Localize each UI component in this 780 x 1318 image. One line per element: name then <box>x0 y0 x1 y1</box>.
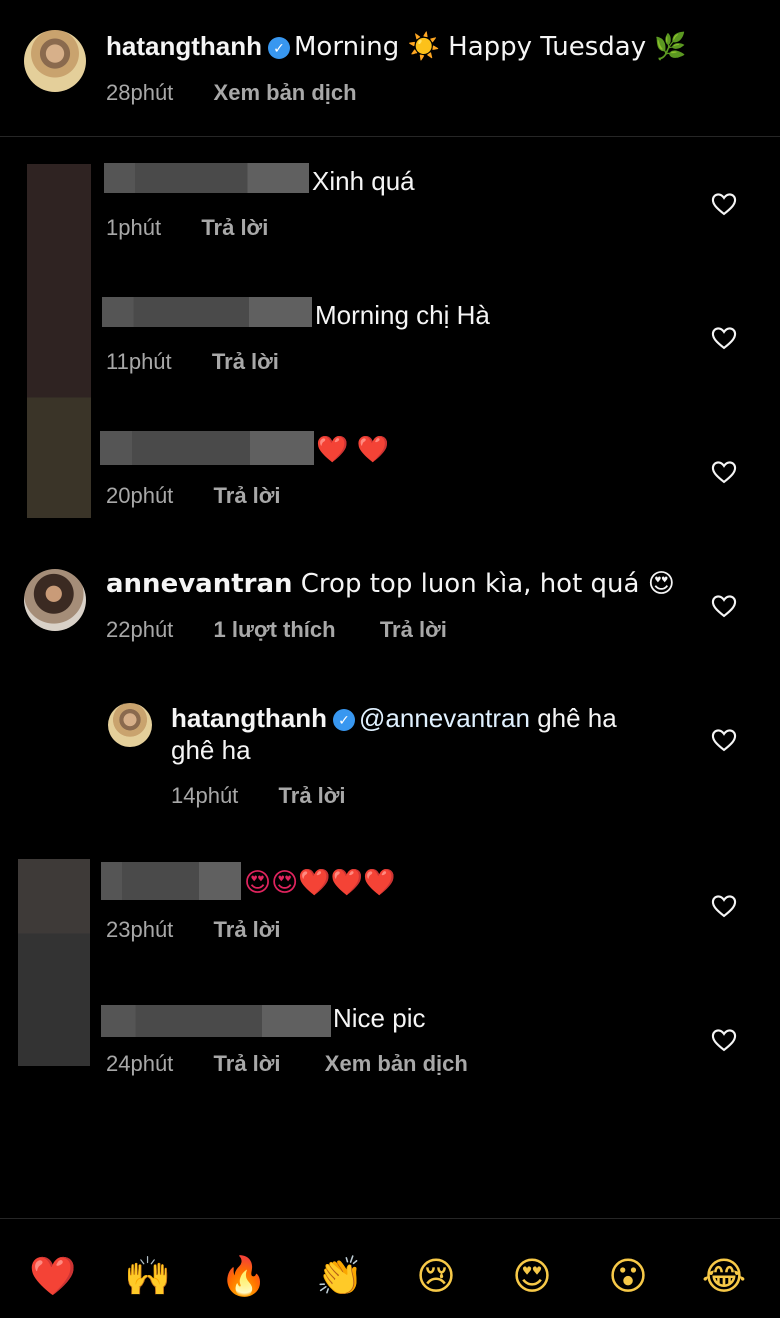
reply-username[interactable]: hatangthanh <box>171 703 327 733</box>
heart-outline-icon[interactable] <box>710 726 738 754</box>
reply-button[interactable]: Trả lời <box>201 215 268 240</box>
reaction-clapping[interactable]: 👏 <box>314 1250 366 1302</box>
reply-time: 14phút <box>171 783 239 808</box>
heart-outline-icon[interactable] <box>710 458 738 486</box>
redacted-username <box>102 297 312 327</box>
comment-meta: 20phút Trả lời <box>106 482 281 510</box>
comment-time: 11phút <box>106 349 172 374</box>
reaction-heart-eyes[interactable]: 😍 <box>506 1250 558 1302</box>
redacted-username <box>100 431 314 465</box>
comment-time: 24phút <box>106 1051 174 1076</box>
reaction-heart[interactable]: ❤️ <box>27 1250 79 1302</box>
caption-divider <box>0 136 780 137</box>
heart-outline-icon[interactable] <box>710 1026 738 1054</box>
caption-time: 28phút <box>106 80 174 105</box>
reply-button[interactable]: Trả lời <box>380 617 447 642</box>
redacted-avatars <box>18 859 90 1066</box>
caption-avatar[interactable] <box>24 30 86 92</box>
comment-time: 23phút <box>106 917 174 942</box>
verified-badge-icon: ✓ <box>333 709 355 731</box>
reaction-crying[interactable]: 😢 <box>410 1250 462 1302</box>
verified-badge-icon: ✓ <box>268 37 290 59</box>
comment-text: Xinh quá <box>312 166 415 196</box>
reaction-raising-hands[interactable]: 🙌 <box>122 1250 174 1302</box>
caption-line: hatangthanh ✓ Morning ☀️ Happy Tuesday 🌿 <box>106 30 687 63</box>
caption-translate-link[interactable]: Xem bản dịch <box>214 80 357 105</box>
reaction-laughing[interactable]: 😂 <box>698 1250 750 1302</box>
comment-meta: 23phút Trả lời <box>106 916 281 944</box>
redacted-avatars <box>27 164 91 518</box>
comment-time: 1phút <box>106 215 162 240</box>
likes-count-link[interactable]: 1 lượt thích <box>214 617 336 642</box>
heart-outline-icon[interactable] <box>710 324 738 352</box>
heart-outline-icon[interactable] <box>710 190 738 218</box>
redacted-username <box>104 163 309 193</box>
reaction-bar-divider <box>0 1218 780 1219</box>
reply-text-1: ghê ha <box>529 703 617 733</box>
comment-line: annevantran Crop top luon kìa, hot quá 😍 <box>106 568 675 600</box>
comment-text: Crop top luon kìa, hot quá 😍 <box>300 569 675 599</box>
heart-outline-icon[interactable] <box>710 592 738 620</box>
comment-time: 22phút <box>106 617 174 642</box>
caption-text: Morning ☀️ Happy Tuesday 🌿 <box>294 32 687 62</box>
reply-line-1: hatangthanh ✓ @annevantran ghê ha <box>171 702 617 734</box>
reaction-fire[interactable]: 🔥 <box>218 1250 270 1302</box>
comment-avatar[interactable] <box>24 569 86 631</box>
comment-meta: 1phút Trả lời <box>106 214 268 242</box>
heart-outline-icon[interactable] <box>710 892 738 920</box>
reply-button[interactable]: Trả lời <box>214 1051 281 1076</box>
caption-username[interactable]: hatangthanh <box>106 31 262 61</box>
reply-avatar[interactable] <box>108 703 152 747</box>
reply-button[interactable]: Trả lời <box>279 783 346 808</box>
reaction-surprised[interactable]: 😮 <box>602 1250 654 1302</box>
reply-button[interactable]: Trả lời <box>214 483 281 508</box>
redacted-username <box>101 862 241 900</box>
comment-meta: 22phút 1 lượt thích Trả lời <box>106 616 447 644</box>
comment-time: 20phút <box>106 483 174 508</box>
reply-button[interactable]: Trả lời <box>214 917 281 942</box>
reply-text-2: ghê ha <box>171 735 251 765</box>
translate-link[interactable]: Xem bản dịch <box>325 1051 468 1076</box>
comment-meta: 24phút Trả lời Xem bản dịch <box>106 1050 468 1078</box>
comment-text: ❤️ ❤️ <box>316 435 390 465</box>
comment-text: Morning chị Hà <box>315 300 490 330</box>
comment-text: Nice pic <box>333 1003 426 1033</box>
comment-text: 😍😍❤️❤️❤️ <box>244 868 396 898</box>
comment-meta: 11phút Trả lời <box>106 348 279 376</box>
comment-username[interactable]: annevantran <box>106 569 293 599</box>
redacted-username <box>101 1005 331 1037</box>
reply-meta: 14phút Trả lời <box>171 782 346 810</box>
reply-button[interactable]: Trả lời <box>212 349 279 374</box>
caption-meta: 28phút Xem bản dịch <box>106 79 357 107</box>
reply-mention[interactable]: @annevantran <box>359 703 530 733</box>
